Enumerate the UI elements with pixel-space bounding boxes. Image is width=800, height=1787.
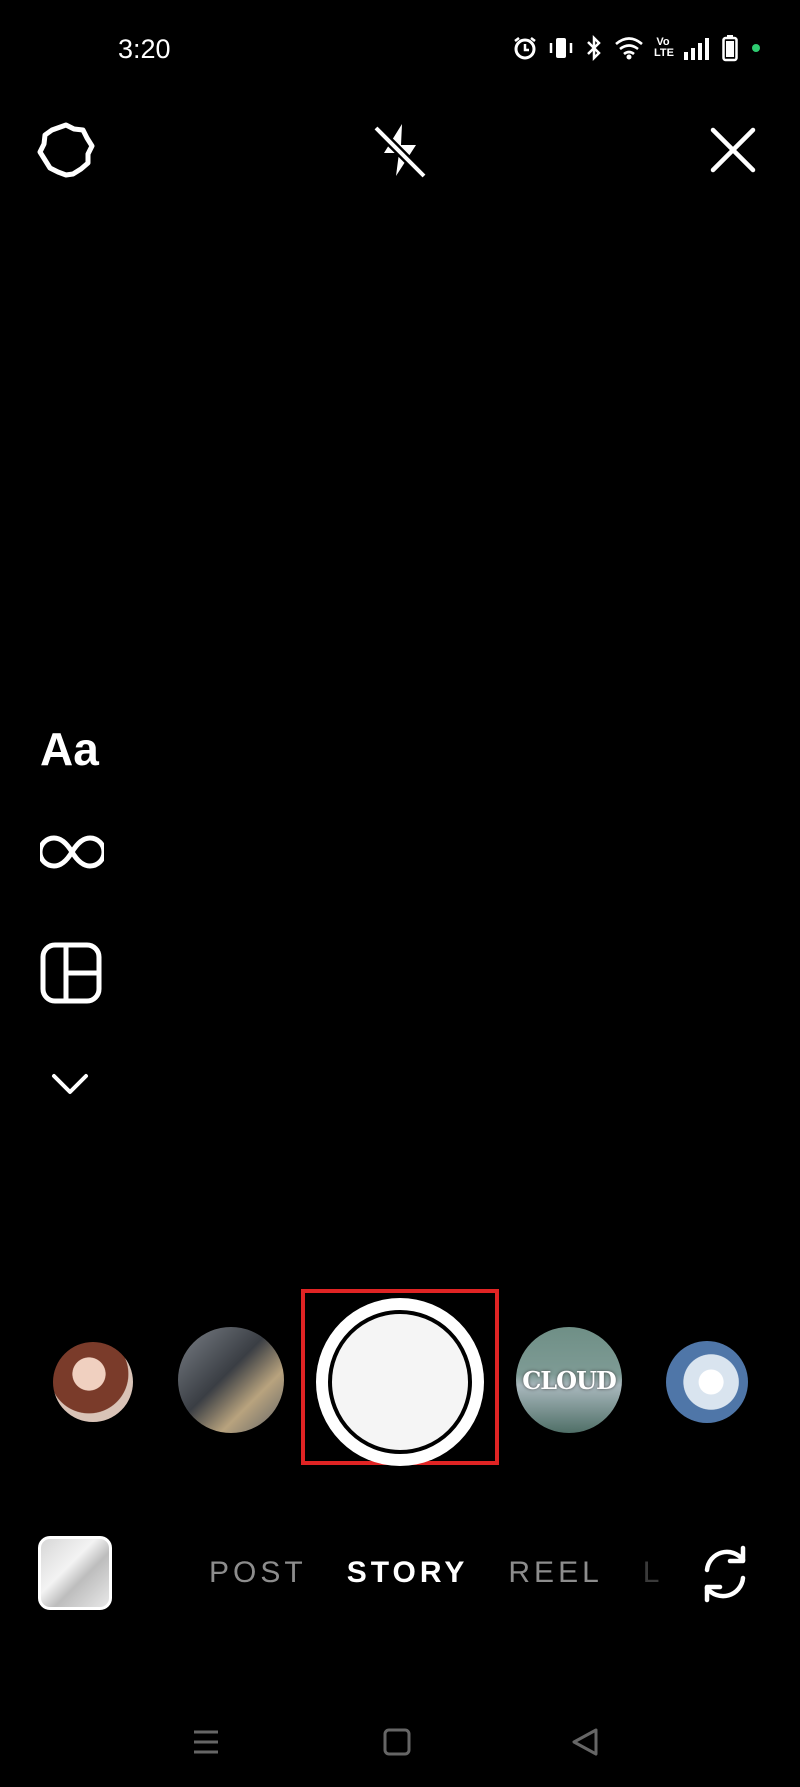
bluetooth-icon: [587, 35, 601, 61]
flash-toggle-button[interactable]: [370, 120, 430, 180]
flip-camera-icon: [704, 1545, 746, 1603]
flash-off-icon: [372, 124, 428, 180]
volte-icon: Vo LTE: [654, 36, 674, 59]
effect-sky[interactable]: [666, 1341, 748, 1423]
mode-story[interactable]: STORY: [347, 1556, 469, 1590]
privacy-dot: [752, 44, 760, 52]
create-text-button[interactable]: Aa: [40, 722, 99, 776]
mode-post[interactable]: POST: [209, 1556, 307, 1590]
chevron-down-icon: [52, 1074, 88, 1094]
home-square-icon: [383, 1728, 411, 1756]
effect-portrait[interactable]: [53, 1342, 133, 1422]
wifi-icon: [615, 37, 643, 60]
layout-button[interactable]: [40, 942, 104, 1009]
signal-icon: [684, 38, 709, 60]
gallery-thumbnail[interactable]: [38, 1536, 112, 1610]
mode-reel[interactable]: REEL: [508, 1556, 602, 1590]
more-tools-button[interactable]: [40, 1068, 100, 1107]
effect-street[interactable]: [178, 1327, 284, 1433]
effect-cloud[interactable]: CLOUD: [516, 1327, 622, 1433]
boomerang-icon: [37, 835, 107, 869]
effect-cloud-label: CLOUD: [522, 1365, 617, 1395]
layout-icon: [40, 942, 102, 1004]
close-icon: [710, 127, 756, 173]
shutter-button[interactable]: [316, 1298, 484, 1466]
settings-icon: [37, 122, 95, 178]
nav-back-button[interactable]: [566, 1722, 606, 1762]
mode-live[interactable]: L: [643, 1556, 664, 1590]
settings-button[interactable]: [36, 120, 96, 180]
status-icons: Vo LTE: [512, 34, 760, 62]
mode-selector: POST STORY REEL L: [209, 1556, 663, 1590]
vibrate-icon: [549, 38, 573, 58]
nav-recents-button[interactable]: [186, 1722, 226, 1762]
menu-icon: [194, 1730, 218, 1754]
alarm-icon: [514, 37, 536, 60]
boomerang-button[interactable]: [37, 832, 107, 877]
status-time: 3:20: [118, 34, 171, 64]
close-button[interactable]: [703, 120, 763, 180]
flip-camera-button[interactable]: [695, 1540, 755, 1608]
nav-home-button[interactable]: [377, 1722, 417, 1762]
shutter-inner: [328, 1310, 472, 1454]
back-triangle-icon: [572, 1728, 598, 1756]
battery-icon: [722, 35, 738, 62]
